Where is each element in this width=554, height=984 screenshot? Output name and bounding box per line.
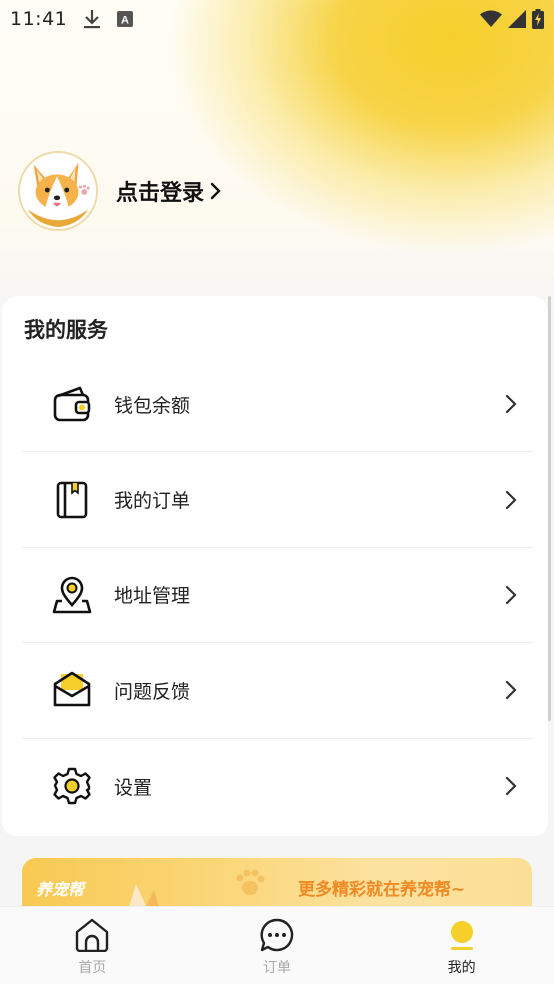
chevron-right-icon xyxy=(505,585,517,605)
login-label[interactable]: 点击登录 xyxy=(116,175,204,207)
services-card: 我的服务 钱包余额 我的订单 地址管理 问题反馈 设置 xyxy=(2,296,548,836)
service-label: 钱包余额 xyxy=(114,394,191,417)
chevron-right-icon xyxy=(505,394,517,414)
status-time: 11:41 xyxy=(10,8,68,30)
chevron-right-icon xyxy=(210,182,222,200)
battery-charging-icon xyxy=(532,9,544,29)
chevron-right-icon xyxy=(505,776,517,796)
profile-dot-icon xyxy=(444,917,480,953)
status-bar: 11:41 A xyxy=(0,0,554,38)
signal-icon xyxy=(508,10,526,28)
services-title: 我的服务 xyxy=(24,318,108,342)
chevron-right-icon xyxy=(505,490,517,510)
avatar[interactable] xyxy=(18,151,98,231)
banner-brand: 养宠帮 xyxy=(36,880,85,899)
tab-orders[interactable]: 订单 xyxy=(185,907,370,984)
scrollbar[interactable] xyxy=(548,296,551,721)
service-label: 问题反馈 xyxy=(114,680,191,703)
service-label: 地址管理 xyxy=(114,585,191,608)
bottom-tab-bar: 首页 订单 我的 xyxy=(0,906,554,984)
paw-icon xyxy=(234,868,266,902)
service-item-orders[interactable]: 我的订单 xyxy=(22,452,533,548)
service-label: 我的订单 xyxy=(114,490,191,513)
wallet-icon xyxy=(52,384,92,424)
tab-label: 首页 xyxy=(78,960,107,976)
tab-mine[interactable]: 我的 xyxy=(369,907,554,984)
corgi-avatar-icon xyxy=(20,153,96,229)
service-item-settings[interactable]: 设置 xyxy=(22,739,533,834)
location-pin-icon xyxy=(52,575,92,615)
banner-text: 更多精彩就在养宠帮~ xyxy=(298,880,466,900)
chat-bubble-icon xyxy=(259,917,295,953)
service-item-wallet[interactable]: 钱包余额 xyxy=(22,357,533,453)
keyboard-a-icon: A xyxy=(117,11,134,27)
home-icon xyxy=(74,917,110,953)
service-item-address[interactable]: 地址管理 xyxy=(22,548,533,644)
service-label: 设置 xyxy=(114,776,153,799)
feedback-mail-icon xyxy=(52,670,92,710)
download-icon xyxy=(83,9,101,29)
tab-label: 订单 xyxy=(263,960,291,976)
chevron-right-icon xyxy=(505,680,517,700)
services-list: 钱包余额 我的订单 地址管理 问题反馈 设置 xyxy=(22,357,533,834)
order-book-icon xyxy=(52,480,92,520)
svg-text:A: A xyxy=(121,15,129,27)
tab-home[interactable]: 首页 xyxy=(0,907,185,984)
profile-login-row[interactable]: 点击登录 xyxy=(18,151,222,231)
tab-label: 我的 xyxy=(447,960,476,976)
service-item-feedback[interactable]: 问题反馈 xyxy=(22,643,533,739)
settings-gear-icon xyxy=(52,766,92,806)
wifi-icon xyxy=(480,10,502,28)
